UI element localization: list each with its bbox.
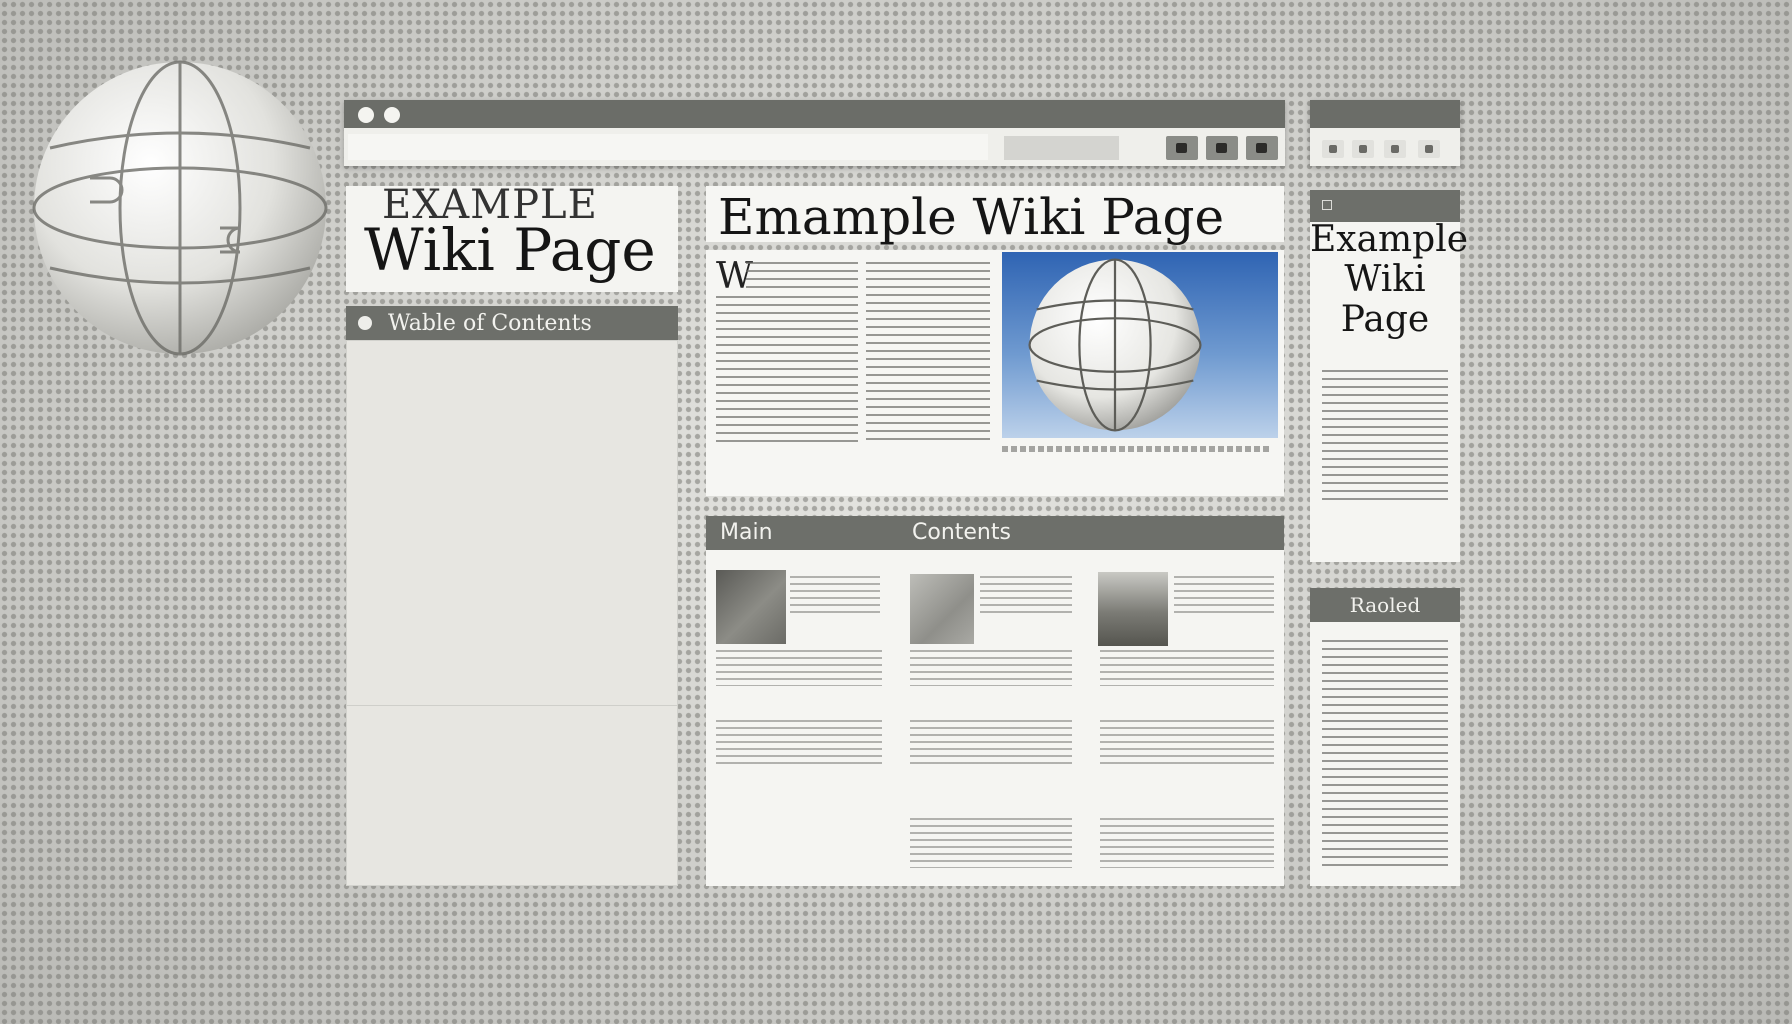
article-snippet[interactable] — [1100, 650, 1274, 686]
left-title-panel: EXAMPLE Wiki Page — [346, 182, 678, 292]
article-snippet[interactable] — [1100, 720, 1274, 768]
article-thumbnail[interactable] — [1098, 572, 1168, 646]
window-close-button[interactable] — [358, 107, 374, 123]
title-bar — [1310, 100, 1460, 128]
infobox-panel: Example Wiki Page — [1310, 190, 1469, 562]
main-contents-grid — [706, 550, 1284, 886]
toc-header[interactable]: Wable of Contents — [346, 306, 678, 340]
article-image — [1002, 252, 1278, 438]
article-text — [866, 262, 990, 442]
article-title-panel: Emample Wiki Page — [706, 186, 1284, 246]
checkbox-icon — [1322, 200, 1332, 210]
article-thumbnail[interactable] — [910, 574, 974, 644]
infobox-header — [1310, 190, 1460, 222]
main-contents-header: Main Contents — [706, 516, 1284, 550]
puzzle-globe-logo-icon — [32, 60, 328, 356]
site-title: Wiki Page — [364, 216, 656, 284]
side-window-toolbar — [1310, 100, 1460, 166]
address-bar[interactable] — [348, 134, 988, 160]
divider — [347, 705, 677, 706]
toolbar-button[interactable] — [1384, 140, 1406, 158]
related-label: Raoled — [1349, 593, 1421, 617]
article-snippet[interactable] — [716, 650, 882, 686]
toolbar-button-3[interactable] — [1246, 136, 1278, 160]
toc-label: Wable of Contents — [388, 311, 592, 336]
article-snippet[interactable] — [910, 650, 1072, 686]
contents-label: Contents — [912, 520, 1011, 545]
square-icon — [1359, 145, 1367, 153]
title-bar — [344, 100, 1285, 128]
square-icon — [1391, 145, 1399, 153]
image-caption — [1002, 446, 1272, 452]
square-icon — [1256, 143, 1267, 153]
page-title: Emample Wiki Page — [718, 188, 1225, 246]
infobox-text — [1322, 370, 1448, 504]
article-snippet[interactable] — [910, 720, 1072, 768]
article-text — [746, 262, 858, 288]
article-snippet[interactable] — [910, 818, 1072, 868]
window-minimize-button[interactable] — [384, 107, 400, 123]
toolbar-button[interactable] — [1352, 140, 1374, 158]
article-snippet[interactable] — [716, 720, 882, 768]
article-thumbnail[interactable] — [716, 570, 786, 644]
article-text — [716, 296, 858, 442]
related-text — [1322, 640, 1448, 870]
article-snippet[interactable] — [790, 576, 880, 616]
infobox-title: Example Wiki Page — [1310, 219, 1469, 340]
bullet-icon — [358, 316, 372, 330]
article-snippet[interactable] — [1174, 576, 1274, 616]
toolbar-button-1[interactable] — [1166, 136, 1198, 160]
toolbar-button[interactable] — [1418, 140, 1440, 158]
toc-body — [346, 340, 678, 886]
article-snippet[interactable] — [980, 576, 1072, 616]
toolbar-button[interactable] — [1322, 140, 1344, 158]
toolbar-button-2[interactable] — [1206, 136, 1238, 160]
article-body: W — [706, 250, 1284, 496]
main-label: Main — [720, 520, 773, 545]
article-snippet[interactable] — [1100, 818, 1274, 868]
square-icon — [1425, 145, 1433, 153]
square-icon — [1329, 145, 1337, 153]
search-input[interactable] — [1004, 136, 1119, 160]
square-icon — [1176, 143, 1187, 153]
related-panel: Raoled — [1310, 588, 1460, 886]
browser-window — [344, 100, 1285, 166]
related-header: Raoled — [1310, 588, 1460, 622]
globe-icon — [1028, 258, 1202, 432]
square-icon — [1216, 143, 1227, 153]
